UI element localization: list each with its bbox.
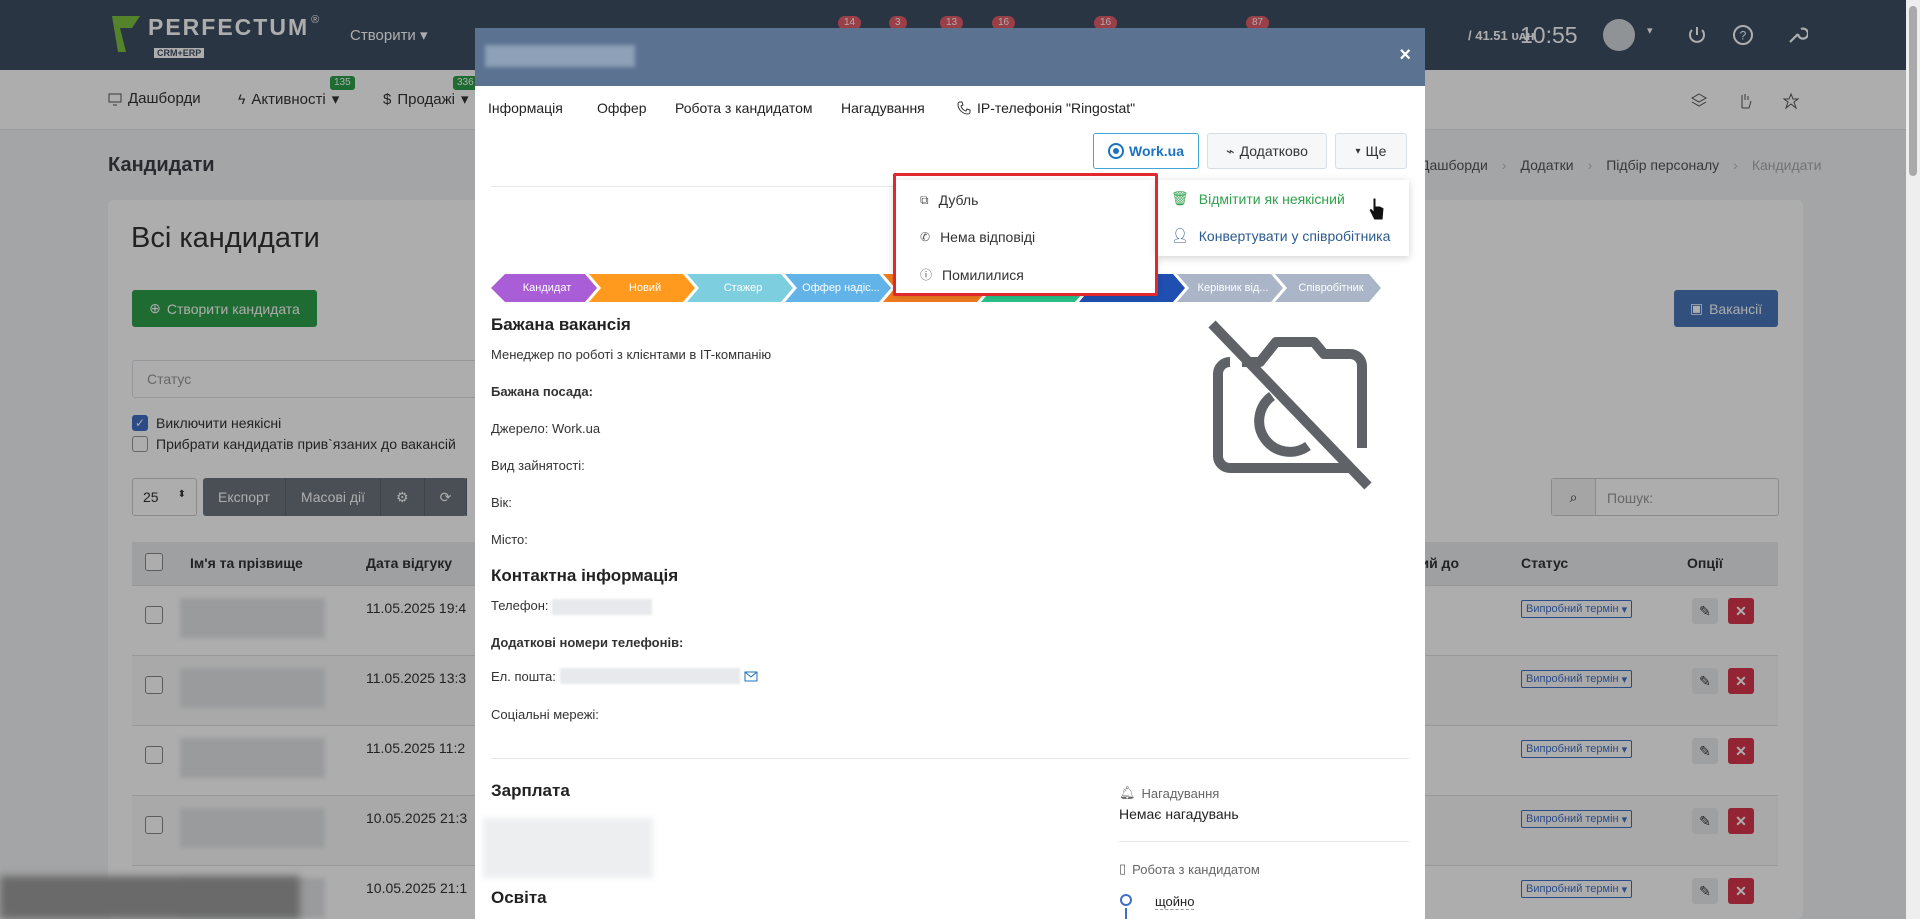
- phone-label: Телефон:: [491, 598, 549, 613]
- scrollbar[interactable]: [1906, 0, 1920, 919]
- extra-button[interactable]: ⌁ Додатково: [1207, 133, 1327, 169]
- file-icon: ▯: [1119, 861, 1127, 876]
- phone-value-blurred: [552, 598, 653, 615]
- menu-item-convert[interactable]: 👤︎ Конвертувати у співробітника: [1171, 227, 1390, 244]
- source: Джерело: Work.ua: [491, 421, 601, 436]
- more-label: Ще: [1365, 143, 1387, 159]
- divider: [491, 758, 1409, 759]
- blurred-area: [0, 876, 300, 919]
- user-check-icon: 👤︎: [1171, 227, 1189, 243]
- education-title: Освіта: [491, 888, 547, 907]
- social: Соціальні мережі:: [491, 707, 599, 722]
- email-row: Ел. пошта:: [491, 668, 758, 684]
- contact-title: Контактна інформація: [491, 566, 679, 585]
- vacancy-title: Бажана вакансія: [491, 315, 631, 334]
- stage-offer-sent[interactable]: Оффер надіс...: [785, 274, 891, 302]
- stage-manager[interactable]: Керівник від...: [1177, 274, 1283, 302]
- mail-icon[interactable]: [744, 671, 758, 682]
- menu-item-mark-inactive[interactable]: 🗑︎ Відмітити як неякісний: [1171, 190, 1345, 207]
- timeline-dot: [1120, 894, 1132, 906]
- reminders-label-text: Нагадування: [1141, 785, 1220, 801]
- highlight-box: [893, 173, 1158, 296]
- workua-icon: [1108, 143, 1124, 159]
- phone-icon: [957, 101, 971, 115]
- reminders-value: Немає нагадувань: [1119, 806, 1239, 822]
- workua-button[interactable]: Work.ua: [1093, 133, 1199, 169]
- no-photo-icon: [1208, 320, 1372, 490]
- tab-offer[interactable]: Оффер: [597, 100, 647, 116]
- divider: [1119, 841, 1409, 842]
- modal-header: ×: [475, 28, 1425, 86]
- menu-item-label: Конвертувати у співробітника: [1198, 227, 1391, 244]
- close-icon[interactable]: ×: [1399, 44, 1411, 67]
- scrollbar-thumb[interactable]: [1909, 6, 1917, 176]
- email-label: Ел. пошта:: [491, 668, 556, 684]
- phone-row: Телефон:: [491, 598, 653, 615]
- tab-ringostat[interactable]: IP-телефонія "Ringostat": [957, 100, 1135, 116]
- timeline-item[interactable]: щойно: [1155, 894, 1195, 910]
- menu-item-label: Відмітити як неякісний: [1198, 190, 1345, 207]
- work-label-text: Робота з кандидатом: [1132, 861, 1260, 877]
- stage-employee[interactable]: Співробітник: [1275, 274, 1381, 302]
- salary-blurred: [483, 818, 653, 878]
- stage-intern[interactable]: Стажер: [687, 274, 793, 302]
- workua-label: Work.ua: [1129, 143, 1184, 159]
- extra-label: Додатково: [1239, 143, 1308, 159]
- tab-ringostat-label: IP-телефонія "Ringostat": [977, 100, 1136, 116]
- paperclip-icon: ⌁: [1226, 142, 1235, 159]
- trash-icon: 🗑︎: [1171, 190, 1189, 206]
- timeline-line: [1125, 908, 1127, 919]
- tab-work[interactable]: Робота з кандидатом: [675, 100, 813, 116]
- modal-title-blurred: [485, 45, 635, 67]
- extra-phones: Додаткові номери телефонів:: [491, 635, 684, 650]
- stage-new[interactable]: Новий: [589, 274, 695, 302]
- bell-icon: 🔔︎: [1119, 785, 1136, 800]
- age: Вік:: [491, 495, 512, 510]
- employment: Вид зайнятості:: [491, 458, 585, 473]
- hand-cursor-icon: [1368, 197, 1385, 221]
- desired-position: Бажана посада:: [491, 384, 593, 399]
- email-value-blurred: [559, 668, 740, 684]
- more-button[interactable]: ▾ Ще: [1335, 133, 1407, 169]
- vacancy-value: Менеджер по роботі з клієнтами в IT-комп…: [491, 347, 772, 362]
- salary-title: Зарплата: [491, 781, 570, 800]
- city: Місто:: [491, 532, 528, 547]
- tab-reminders[interactable]: Нагадування: [841, 100, 925, 116]
- tab-info[interactable]: Інформація: [488, 100, 563, 116]
- reminders-label: 🔔︎ Нагадування: [1119, 785, 1219, 801]
- chevron-down-icon: ▾: [1355, 145, 1361, 157]
- work-label: ▯ Робота з кандидатом: [1119, 861, 1260, 877]
- stage-candidate[interactable]: Кандидат: [491, 274, 597, 302]
